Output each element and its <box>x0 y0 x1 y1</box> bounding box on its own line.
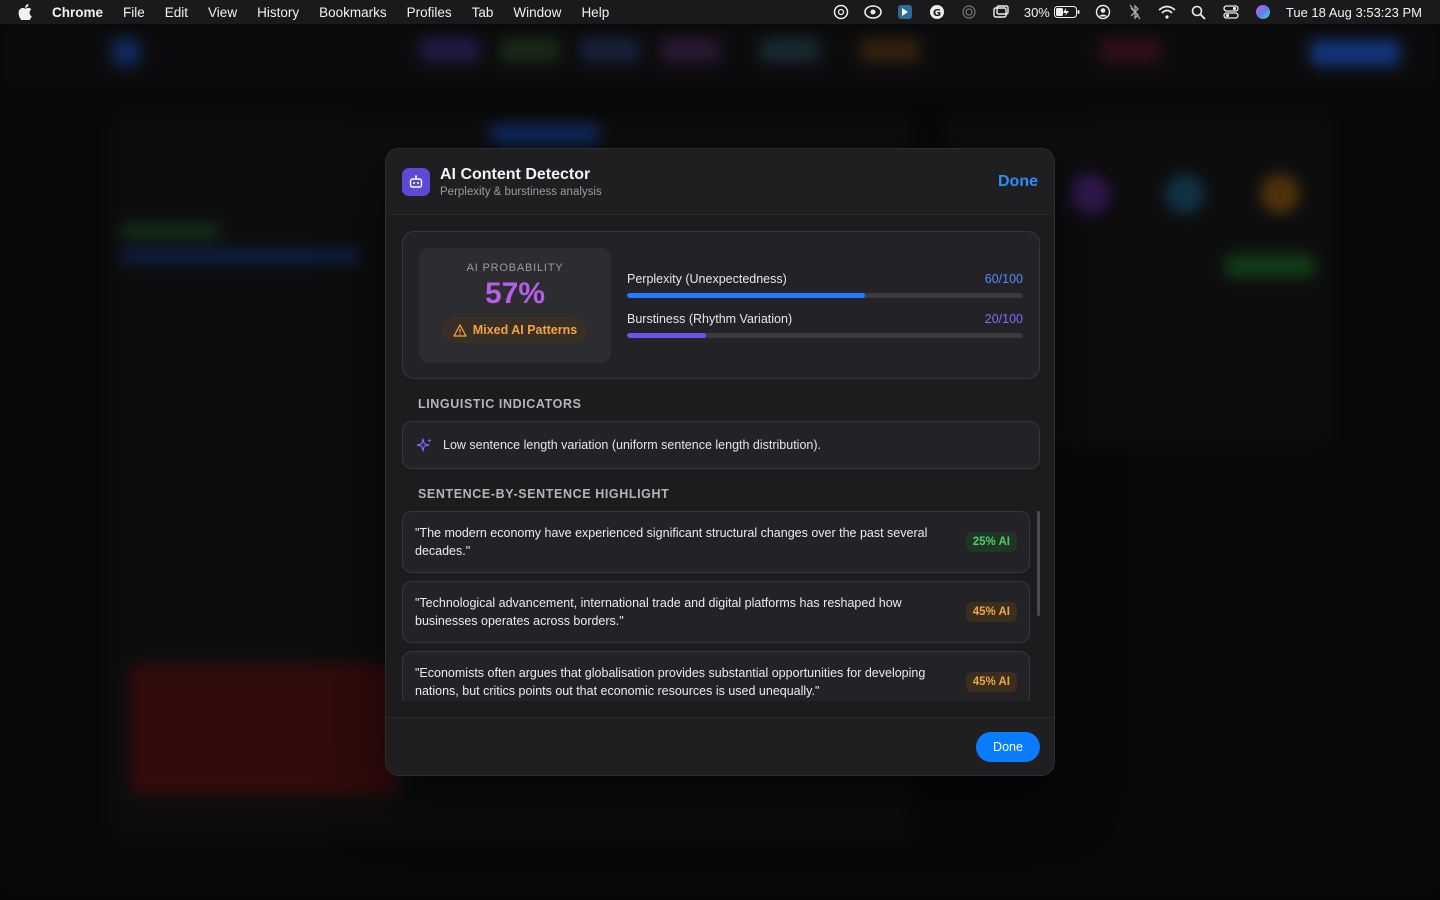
modal-body: AI PROBABILITY 57% Mixed AI Patterns Per… <box>386 215 1054 719</box>
menu-profiles[interactable]: Profiles <box>407 5 452 20</box>
menu-window[interactable]: Window <box>513 5 561 20</box>
header-done-button[interactable]: Done <box>998 173 1038 191</box>
perplexity-metric: Perplexity (Unexpectedness) 60/100 <box>627 272 1023 298</box>
menu-history[interactable]: History <box>257 5 299 20</box>
burstiness-label: Burstiness (Rhythm Variation) <box>627 312 793 326</box>
score-card: AI PROBABILITY 57% Mixed AI Patterns Per… <box>402 231 1040 379</box>
mixed-patterns-badge: Mixed AI Patterns <box>442 317 588 343</box>
footer-done-button[interactable]: Done <box>976 731 1040 762</box>
menu-app-name[interactable]: Chrome <box>52 5 103 20</box>
control-center-icon[interactable] <box>1222 3 1240 21</box>
sentence-ai-badge: 45% AI <box>965 672 1017 692</box>
burstiness-score: 20/100 <box>984 312 1023 326</box>
menu-tab[interactable]: Tab <box>472 5 494 20</box>
burstiness-bar-track <box>627 333 1023 338</box>
modal-title-group: AI Content Detector Perplexity & burstin… <box>440 166 998 198</box>
ai-probability-label: AI PROBABILITY <box>466 262 564 274</box>
ai-probability-value: 57% <box>484 277 546 310</box>
wifi-icon[interactable] <box>1158 3 1176 21</box>
linguistic-indicators-heading: LINGUISTIC INDICATORS <box>418 397 582 411</box>
app-badge-icon[interactable] <box>896 3 914 21</box>
sentence-item[interactable]: "Economists often argues that globalisat… <box>402 651 1030 701</box>
perplexity-score: 60/100 <box>984 272 1023 286</box>
creative-cloud-icon[interactable] <box>864 3 882 21</box>
sentence-item[interactable]: "The modern economy have experienced sig… <box>402 511 1030 573</box>
sentence-item[interactable]: "Technological advancement, internationa… <box>402 581 1030 643</box>
grammarly-icon[interactable]: G <box>928 3 946 21</box>
badge-label: Mixed AI Patterns <box>472 323 578 337</box>
sentence-highlight-heading: SENTENCE-BY-SENTENCE HIGHLIGHT <box>418 487 670 501</box>
siri-icon[interactable] <box>1254 3 1272 21</box>
bluetooth-icon[interactable] <box>1126 3 1144 21</box>
linguistic-indicator-item: Low sentence length variation (uniform s… <box>402 421 1040 469</box>
indicator-text: Low sentence length variation (uniform s… <box>443 438 821 452</box>
search-icon[interactable] <box>1190 3 1208 21</box>
ai-probability-box: AI PROBABILITY 57% Mixed AI Patterns <box>419 248 611 363</box>
ai-detector-modal: AI Content Detector Perplexity & burstin… <box>385 148 1055 776</box>
modal-title: AI Content Detector <box>440 165 591 183</box>
sentence-list[interactable]: "The modern economy have experienced sig… <box>402 511 1040 701</box>
menu-view[interactable]: View <box>208 5 237 20</box>
battery-percent: 30% <box>1023 4 1050 20</box>
menu-bar: Chrome File Edit View History Bookmarks … <box>0 0 1440 24</box>
burstiness-metric: Burstiness (Rhythm Variation) 20/100 <box>627 312 1023 338</box>
menu-help[interactable]: Help <box>581 5 609 20</box>
modal-subtitle: Perplexity & burstiness analysis <box>440 185 602 198</box>
sentence-list-scrollbar[interactable] <box>1037 511 1040 616</box>
menu-bookmarks[interactable]: Bookmarks <box>319 5 387 20</box>
airdrop-icon[interactable] <box>960 3 978 21</box>
user-icon[interactable] <box>1094 3 1112 21</box>
warning-icon <box>453 323 467 337</box>
sparkles-icon <box>417 437 433 453</box>
metrics-group: Perplexity (Unexpectedness) 60/100 Burst… <box>627 248 1023 362</box>
apple-icon[interactable] <box>18 4 34 20</box>
chatgpt-icon[interactable] <box>832 3 850 21</box>
sentence-ai-badge: 45% AI <box>965 602 1017 622</box>
perplexity-bar-fill <box>627 293 865 298</box>
robot-icon <box>402 167 430 196</box>
sentence-ai-badge: 25% AI <box>965 532 1017 552</box>
sentence-text: "The modern economy have experienced sig… <box>415 526 928 558</box>
sentence-text: "Economists often argues that globalisat… <box>415 666 926 698</box>
screen-mirror-icon[interactable] <box>992 3 1010 21</box>
menu-edit[interactable]: Edit <box>165 5 188 20</box>
perplexity-label: Perplexity (Unexpectedness) <box>627 272 787 286</box>
menubar-clock: Tue 18 Aug 3:53:23 PM <box>1285 4 1422 20</box>
battery-icon[interactable] <box>1053 3 1080 21</box>
perplexity-bar-track <box>627 293 1023 298</box>
status-area: G 30% Tue 18 Aug 3:53:23 PM <box>818 0 1422 24</box>
svg-text:G: G <box>933 8 941 19</box>
burstiness-bar-fill <box>627 333 707 338</box>
modal-footer: Done <box>386 717 1054 775</box>
modal-header: AI Content Detector Perplexity & burstin… <box>386 149 1054 215</box>
menu-file[interactable]: File <box>123 5 145 20</box>
sentence-text: "Technological advancement, internationa… <box>415 596 902 628</box>
